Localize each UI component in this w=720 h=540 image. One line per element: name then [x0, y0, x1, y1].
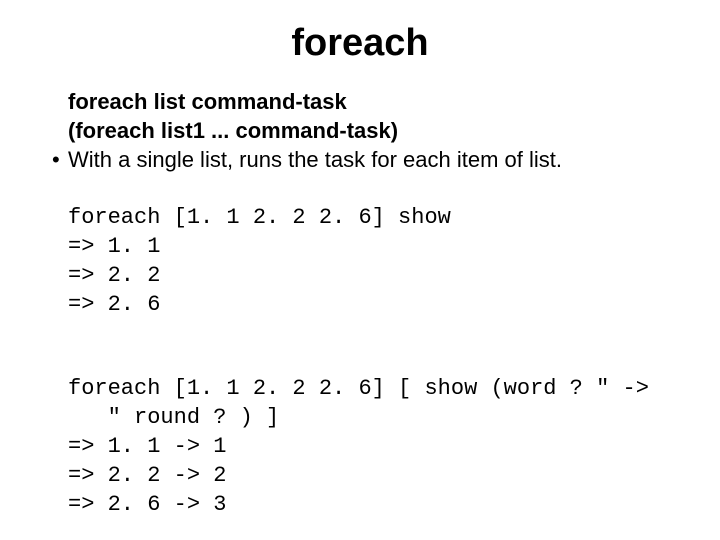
bullet-dot-icon: • [52, 145, 68, 174]
code-line: foreach [1. 1 2. 2 2. 6] show [68, 205, 451, 230]
bullet-item: • With a single list, runs the task for … [52, 145, 680, 174]
slide: foreach foreach list command-task (forea… [0, 0, 720, 540]
slide-body: foreach list command-task (foreach list1… [40, 87, 680, 519]
code-line: => 2. 2 [68, 263, 160, 288]
syntax-line-2: (foreach list1 ... command-task) [68, 116, 680, 145]
code-example-1: foreach [1. 1 2. 2 2. 6] show => 1. 1 =>… [68, 174, 680, 319]
page-title: foreach [40, 22, 680, 65]
code-line: => 1. 1 -> 1 [68, 434, 226, 459]
syntax-line-1: foreach list command-task [68, 87, 680, 116]
code-line: => 2. 6 [68, 292, 160, 317]
code-line: => 2. 2 -> 2 [68, 463, 226, 488]
code-example-2: foreach [1. 1 2. 2 2. 6] [ show (word ? … [68, 345, 680, 519]
code-line: => 2. 6 -> 3 [68, 492, 226, 517]
code-line: foreach [1. 1 2. 2 2. 6] [ show (word ? … [68, 376, 649, 401]
bullet-text: With a single list, runs the task for ea… [68, 145, 562, 174]
code-line: " round ? ) ] [68, 405, 279, 430]
code-line: => 1. 1 [68, 234, 160, 259]
